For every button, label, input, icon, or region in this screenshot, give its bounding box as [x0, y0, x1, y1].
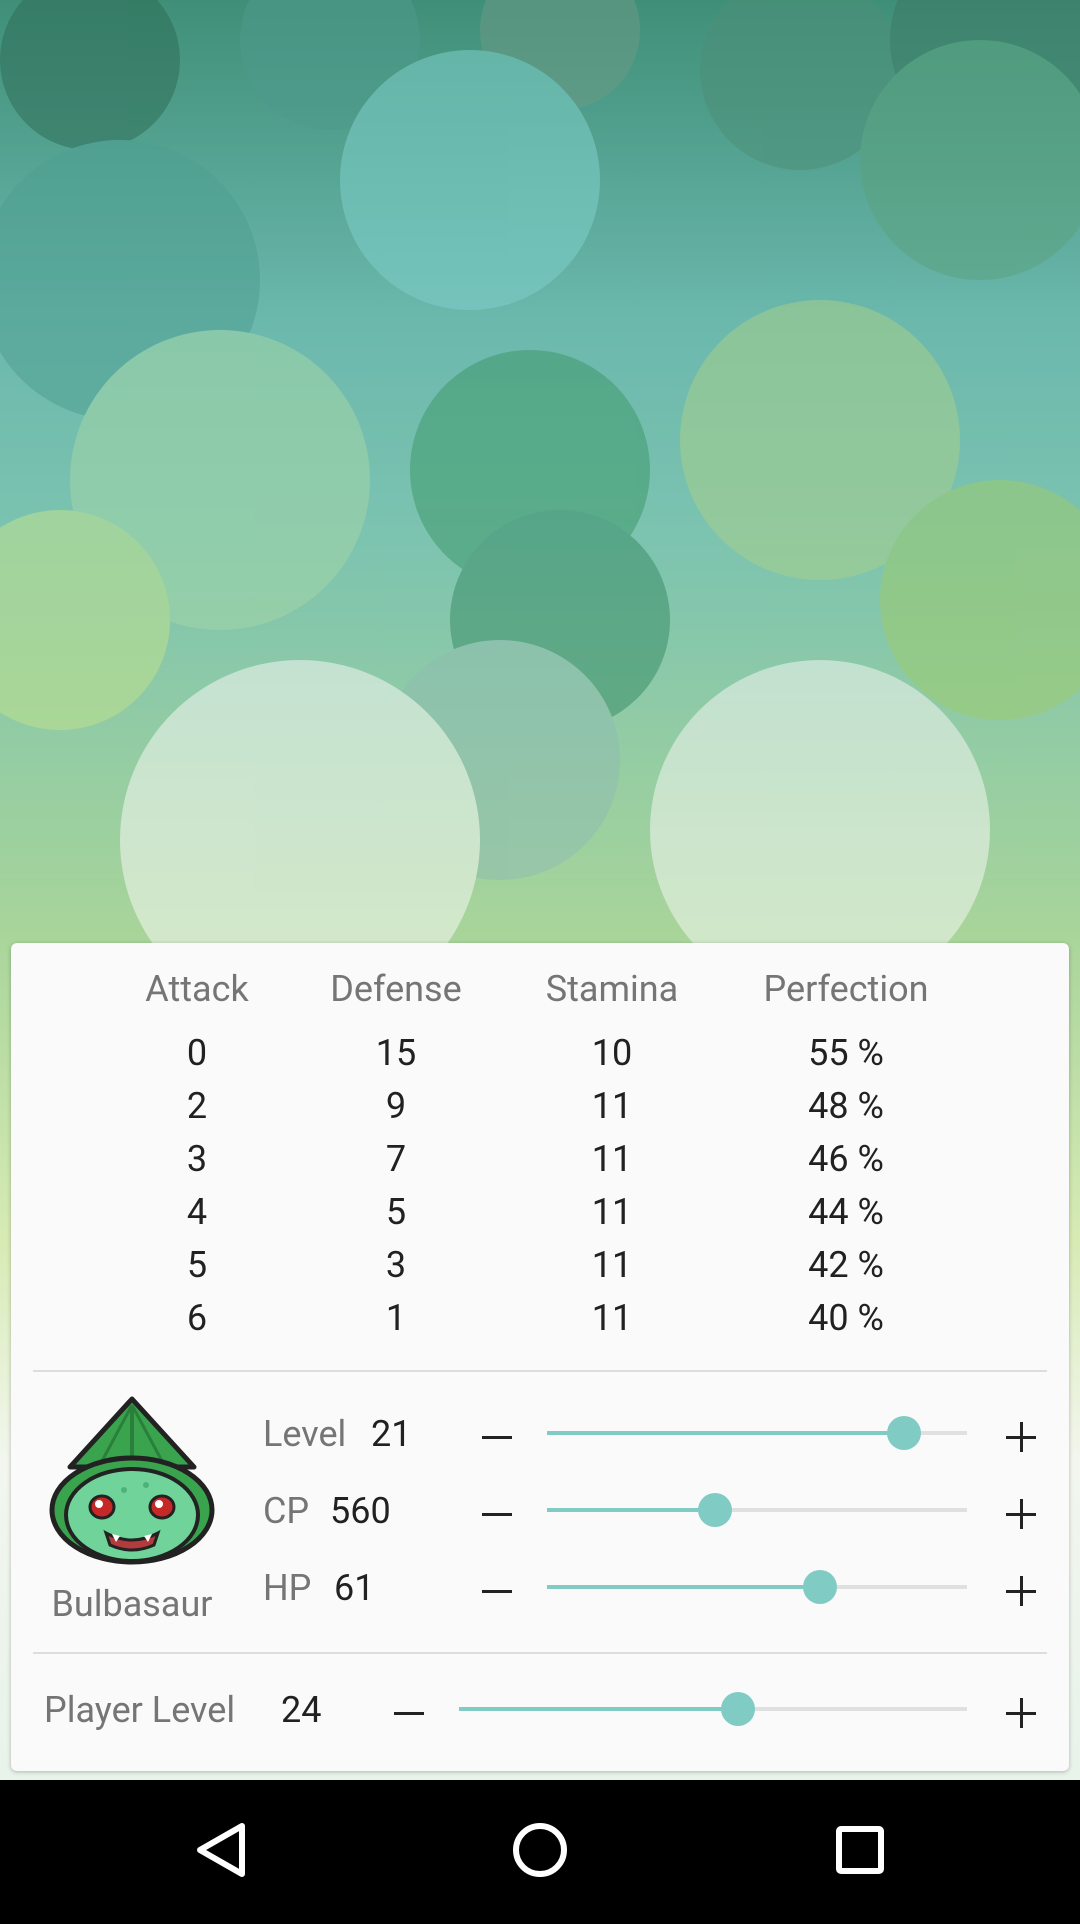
level-value: 21 [371, 1413, 412, 1455]
slider-thumb[interactable] [803, 1570, 837, 1604]
minus-icon [482, 1589, 512, 1593]
player-level-slider[interactable] [459, 1691, 967, 1727]
level-label: Level [263, 1413, 347, 1455]
cp-slider[interactable] [547, 1492, 967, 1528]
hp-decrease-button[interactable] [473, 1567, 521, 1615]
plus-icon [1006, 1499, 1036, 1529]
cp-increase-button[interactable] [997, 1490, 1045, 1538]
player-level-value: 24 [281, 1689, 322, 1731]
cp-value: 560 [330, 1490, 391, 1532]
hp-increase-button[interactable] [997, 1567, 1045, 1615]
slider-thumb[interactable] [721, 1692, 756, 1726]
perfection-cell: 44 % [808, 1191, 884, 1233]
divider [33, 1652, 1047, 1654]
attack-cell: 6 [186, 1297, 208, 1339]
header-perfection: Perfection [763, 968, 929, 1010]
back-triangle-icon [197, 1823, 245, 1877]
player-level-increase-button[interactable] [997, 1689, 1045, 1737]
navigation-bar [0, 1780, 1080, 1920]
slider-fill [459, 1707, 739, 1711]
defense-cell: 1 [385, 1297, 407, 1339]
recents-square-icon [836, 1826, 884, 1874]
player-level-decrease-button[interactable] [385, 1689, 433, 1737]
stamina-cell: 11 [591, 1244, 633, 1286]
hp-value: 61 [334, 1567, 375, 1609]
minus-icon [482, 1435, 512, 1439]
back-button[interactable] [150, 1780, 290, 1920]
level-decrease-button[interactable] [473, 1413, 521, 1461]
attack-cell: 0 [186, 1032, 208, 1074]
attack-cell: 2 [186, 1085, 208, 1127]
defense-cell: 7 [385, 1138, 407, 1180]
perfection-cell: 42 % [808, 1244, 884, 1286]
perfection-cell: 46 % [808, 1138, 884, 1180]
plus-icon [1006, 1576, 1036, 1606]
cp-decrease-button[interactable] [473, 1490, 521, 1538]
stamina-cell: 11 [591, 1138, 633, 1180]
bulbasaur-icon [46, 1395, 218, 1567]
defense-cell: 5 [385, 1191, 407, 1233]
player-level-label: Player Level [44, 1689, 236, 1731]
perfection-cell: 40 % [808, 1297, 884, 1339]
slider-thumb[interactable] [698, 1493, 732, 1527]
slider-fill [547, 1585, 820, 1589]
hp-label: HP [263, 1567, 312, 1609]
attack-cell: 3 [186, 1138, 208, 1180]
attack-cell: 4 [186, 1191, 208, 1233]
pokemon-name: Bulbasaur [51, 1583, 213, 1625]
level-increase-button[interactable] [997, 1413, 1045, 1461]
stamina-cell: 11 [591, 1191, 633, 1233]
iv-calculator-card: Attack Defense Stamina Perfection 0 15 1… [11, 943, 1069, 1771]
header-attack: Attack [145, 968, 249, 1010]
home-circle-icon [513, 1823, 567, 1877]
recents-button[interactable] [790, 1780, 930, 1920]
attack-cell: 5 [186, 1244, 208, 1286]
perfection-cell: 55 % [808, 1032, 884, 1074]
defense-cell: 9 [385, 1085, 407, 1127]
slider-thumb[interactable] [887, 1416, 921, 1450]
perfection-cell: 48 % [808, 1085, 884, 1127]
plus-icon [1006, 1698, 1036, 1728]
stamina-cell: 10 [591, 1032, 633, 1074]
hp-slider[interactable] [547, 1569, 967, 1605]
divider [33, 1370, 1047, 1372]
header-defense: Defense [330, 968, 462, 1010]
plus-icon [1006, 1422, 1036, 1452]
cp-label: CP [263, 1490, 310, 1532]
defense-cell: 15 [375, 1032, 417, 1074]
home-button[interactable] [470, 1780, 610, 1920]
minus-icon [394, 1711, 424, 1715]
defense-cell: 3 [385, 1244, 407, 1286]
slider-fill [547, 1431, 904, 1435]
slider-fill [547, 1508, 715, 1512]
stamina-cell: 11 [591, 1297, 633, 1339]
minus-icon [482, 1512, 512, 1516]
header-stamina: Stamina [545, 968, 679, 1010]
stamina-cell: 11 [591, 1085, 633, 1127]
level-slider[interactable] [547, 1415, 967, 1451]
